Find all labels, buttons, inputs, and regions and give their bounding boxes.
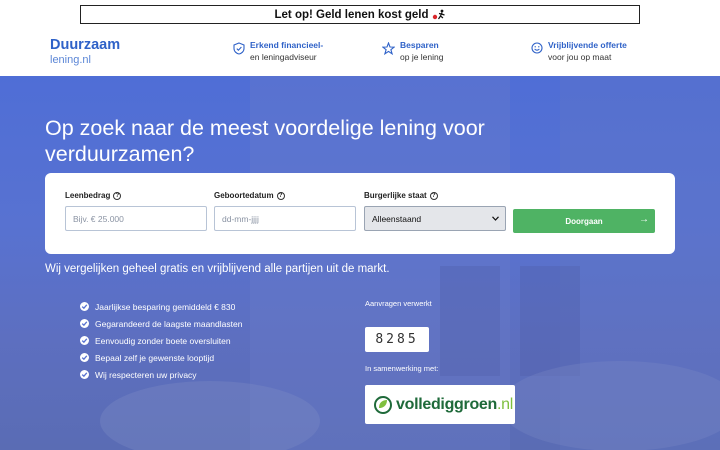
logo[interactable]: Duurzaam lening.nl [50,37,121,66]
benefit-item: Wij respecteren uw privacy [80,366,242,383]
benefit-item: Bepaal zelf je gewenste looptijd [80,349,242,366]
requests-counter: 8285 [365,327,429,352]
amount-label: Leenbedrag ? [65,191,122,200]
usp-save-sub: op je lening [400,52,444,63]
requests-label: Aanvragen verwerkt [365,299,432,308]
usp-save: Besparen op je lening [382,39,443,64]
help-icon[interactable]: ? [276,191,285,200]
benefit-text: Jaarlijkse besparing gemiddeld € 830 [95,301,236,312]
hero-title: Op zoek naar de meest voordelige lening … [45,116,485,166]
usp-advisor-sub: en leningadviseur [250,52,317,63]
usp-offer: Vrijblijvende offerte voor jou op maat [531,39,627,64]
help-icon[interactable]: ? [429,191,438,200]
status-select-value: Alleenstaand [372,213,422,224]
compare-text: Wij vergelijken geheel gratis en vrijbli… [45,263,390,275]
usp-save-title: Besparen [400,40,439,50]
help-icon[interactable]: ? [113,191,122,200]
hero-section: Op zoek naar de meest voordelige lening … [0,76,720,450]
chevron-down-icon [492,216,499,221]
submit-button[interactable]: Doorgaan → [513,209,655,233]
site-header: Duurzaam lening.nl Erkend financieel- en… [0,28,720,76]
star-icon [382,42,395,55]
usp-offer-sub: voor jou op maat [548,52,612,63]
leaf-icon [374,395,392,414]
check-icon [80,319,89,328]
check-icon [80,336,89,345]
submit-label: Doorgaan [565,216,603,226]
warning-banner: Let op! Geld lenen kost geld [80,5,640,24]
birthdate-field: Geboortedatum ? dd-mm-jjjj [214,191,356,231]
logo-main: Duurzaam [50,37,121,53]
benefit-item: Eenvoudig zonder boete oversluiten [80,332,242,349]
smiley-icon [531,42,543,54]
arrow-right-icon: → [639,214,649,225]
benefit-text: Eenvoudig zonder boete oversluiten [95,335,231,346]
birthdate-label-text: Geboortedatum [214,191,274,200]
benefit-item: Jaarlijkse besparing gemiddeld € 830 [80,298,242,315]
status-field: Burgerlijke staat ? Alleenstaand [364,191,506,231]
status-label-text: Burgerlijke staat [364,191,427,200]
amount-label-text: Leenbedrag [65,191,111,200]
usp-advisor: Erkend financieel- en leningadviseur [233,39,323,64]
usp-advisor-title: Erkend financieel- [250,40,324,50]
partner-name: vollediggroen.nl [396,396,513,414]
birthdate-input[interactable]: dd-mm-jjjj [214,206,356,231]
partner-logo[interactable]: vollediggroen.nl [365,385,515,424]
check-icon [80,353,89,362]
status-label: Burgerlijke staat ? [364,191,438,200]
partner-tld: .nl [497,395,513,413]
check-icon [80,370,89,379]
loan-form: Leenbedrag ? Bijv. € 25.000 Geboortedatu… [45,173,675,254]
amount-input[interactable]: Bijv. € 25.000 [65,206,207,231]
benefits-list: Jaarlijkse besparing gemiddeld € 830 Geg… [80,298,242,383]
birthdate-label: Geboortedatum ? [214,191,285,200]
benefit-text: Wij respecteren uw privacy [95,369,197,380]
benefit-item: Gegarandeerd de laagste maandlasten [80,315,242,332]
running-money-icon [432,9,446,21]
amount-field: Leenbedrag ? Bijv. € 25.000 [65,191,207,231]
benefit-text: Gegarandeerd de laagste maandlasten [95,318,243,329]
usp-offer-title: Vrijblijvende offerte [548,40,627,50]
warning-text: Let op! Geld lenen kost geld [274,8,429,21]
check-icon [80,302,89,311]
status-select[interactable]: Alleenstaand [364,206,506,231]
partner-name-main: vollediggroen [396,395,497,413]
partner-label: In samenwerking met: [365,364,439,373]
logo-sub: lening.nl [50,53,91,66]
shield-check-icon [233,42,245,55]
benefit-text: Bepaal zelf je gewenste looptijd [95,352,215,363]
